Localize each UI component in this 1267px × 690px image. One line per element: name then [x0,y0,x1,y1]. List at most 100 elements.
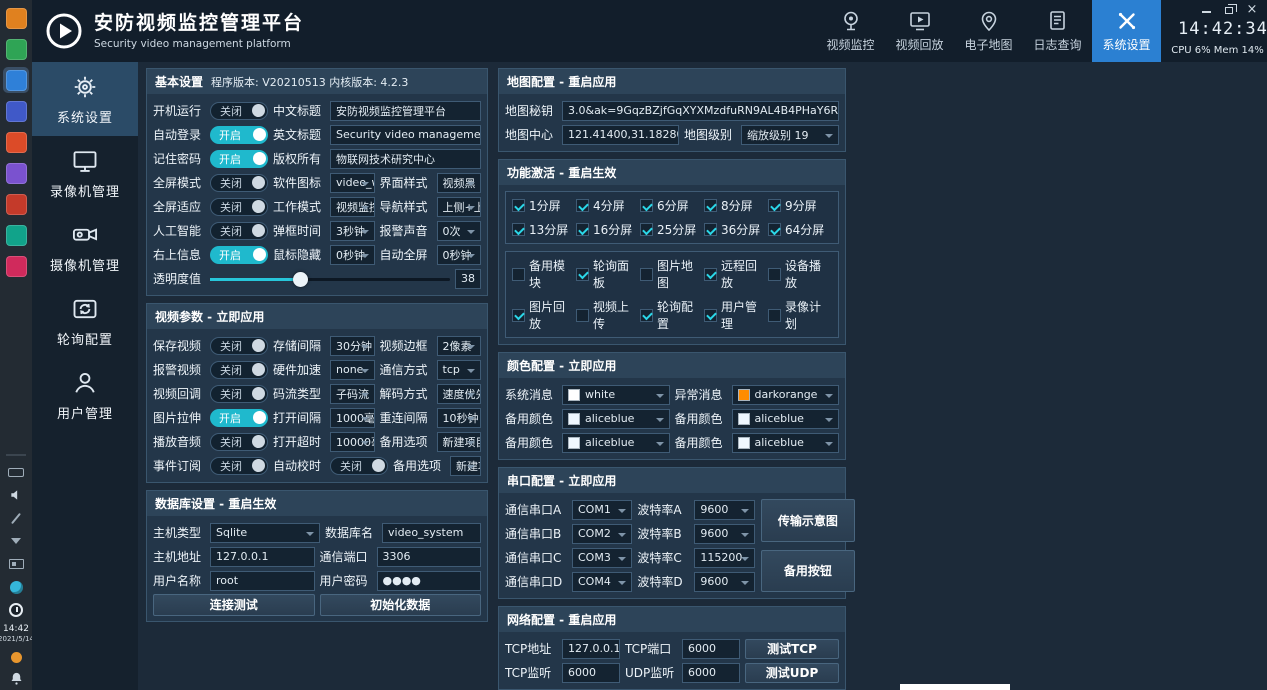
select-comm-mode[interactable]: tcp [437,360,482,380]
taskbar-app-icon[interactable] [3,129,29,155]
taskbar-app-icon[interactable] [3,5,29,31]
taskbar-app-icon[interactable] [3,253,29,279]
toggle-image-stretch[interactable]: 开启 [210,409,268,427]
select-hw-accel[interactable]: none [330,360,375,380]
select-storage-interval[interactable]: 30分钟 [330,336,375,356]
select-work-mode[interactable]: 视频监控 [330,197,375,217]
select-nav-style[interactable]: 上侧+上侧 [437,197,482,217]
module-checkbox[interactable]: 视频上传 [576,298,640,332]
input-comm-port[interactable]: 3306 [377,547,482,567]
module-checkbox[interactable]: 轮询配置 [640,298,704,332]
slider-knob[interactable] [293,272,308,287]
select-open-timeout[interactable]: 10000毫秒 [330,432,375,452]
nav-electronic-map[interactable]: 电子地图 [954,0,1023,62]
connect-test-button[interactable]: 连接测试 [153,594,315,616]
input-map-center[interactable]: 121.41400,31.18280 [562,125,679,145]
input-username[interactable]: root [210,571,315,591]
notification-bell-icon[interactable] [9,671,24,686]
toggle-video-callback[interactable]: 关闭 [210,385,268,403]
toggle-auto-login[interactable]: 开启 [210,126,268,144]
input-english-title[interactable]: Security video management platform [330,125,481,145]
select-spare-option-2[interactable]: 新建项目 [450,456,481,476]
select-reconnect-interval[interactable]: 10秒钟 [437,408,482,428]
select-alarm-sound[interactable]: 0次 [437,221,482,241]
input-password[interactable]: ●●●● [377,571,482,591]
select-host-type[interactable]: Sqlite [210,523,320,543]
toggle-ai[interactable]: 关闭 [210,222,268,240]
module-checkbox[interactable]: 远程回放 [704,257,768,291]
select-baud-b[interactable]: 9600 [694,524,754,544]
screen-checkbox[interactable]: 16分屏 [576,221,640,238]
input-host-address[interactable]: 127.0.0.1 [210,547,315,567]
volume-icon[interactable] [5,486,27,504]
screen-checkbox[interactable]: 64分屏 [768,221,832,238]
screen-checkbox[interactable]: 36分屏 [704,221,768,238]
collapse-icon[interactable] [5,532,27,550]
select-baud-a[interactable]: 9600 [694,500,754,520]
toggle-auto-time-sync[interactable]: 关闭 [330,457,388,475]
sidebar-item-system-settings[interactable]: 系统设置 [32,62,138,136]
test-tcp-button[interactable]: 测试TCP [745,639,839,659]
screen-checkbox[interactable]: 13分屏 [512,221,576,238]
input-copyright[interactable]: 物联网技术研究中心 [330,149,481,169]
module-checkbox[interactable]: 录像计划 [768,298,832,332]
color-select-system-message[interactable]: white [562,385,670,405]
nav-system-settings[interactable]: 系统设置 [1092,0,1161,62]
select-com-d[interactable]: COM4 [572,572,632,592]
screen-checkbox[interactable]: 1分屏 [512,197,576,214]
input-db-name[interactable]: video_system [382,523,481,543]
module-checkbox[interactable]: 设备播放 [768,257,832,291]
toggle-remember-password[interactable]: 开启 [210,150,268,168]
sidebar-item-camera-management[interactable]: 摄像机管理 [32,210,138,284]
select-com-c[interactable]: COM3 [572,548,632,568]
opacity-slider[interactable] [210,270,450,288]
input-tcp-listen[interactable]: 6000 [562,663,620,683]
toggle-fullscreen-mode[interactable]: 关闭 [210,174,268,192]
module-checkbox[interactable]: 图片回放 [512,298,576,332]
taskbar-app-icon[interactable] [3,160,29,186]
edit-icon[interactable] [5,509,27,527]
keyboard-icon[interactable] [5,463,27,481]
module-checkbox[interactable]: 用户管理 [704,298,768,332]
toggle-fullscreen-fit[interactable]: 关闭 [210,198,268,216]
clock-icon[interactable] [5,601,27,619]
module-checkbox[interactable]: 轮询面板 [576,257,640,291]
select-auto-fullscreen[interactable]: 0秒钟 [437,245,482,265]
color-select-spare-2[interactable]: aliceblue [732,409,840,429]
color-select-spare-3[interactable]: aliceblue [562,433,670,453]
screen-checkbox[interactable]: 6分屏 [640,197,704,214]
taskbar-app-icon[interactable] [3,98,29,124]
select-com-a[interactable]: COM1 [572,500,632,520]
select-baud-d[interactable]: 9600 [694,572,754,592]
spare-button[interactable]: 备用按钮 [761,550,855,593]
minimize-button[interactable] [1199,4,1213,16]
transfer-diagram-button[interactable]: 传输示意图 [761,499,855,542]
select-open-interval[interactable]: 1000毫秒 [330,408,375,428]
test-udp-button[interactable]: 测试UDP [745,663,839,683]
nav-log-query[interactable]: 日志查询 [1023,0,1092,62]
select-stream-type[interactable]: 子码流 [330,384,375,404]
toggle-event-subscribe[interactable]: 关闭 [210,457,268,475]
taskbar-app-icon[interactable] [3,191,29,217]
nav-video-monitor[interactable]: 视频监控 [816,0,885,62]
close-button[interactable]: × [1245,4,1259,16]
network-ball-icon[interactable] [5,578,27,596]
input-tcp-port[interactable]: 6000 [682,639,740,659]
input-tcp-address[interactable]: 127.0.0.1 [562,639,620,659]
color-select-spare-1[interactable]: aliceblue [562,409,670,429]
select-mouse-hide[interactable]: 0秒钟 [330,245,375,265]
toggle-topright-info[interactable]: 开启 [210,246,268,264]
select-software-icon[interactable]: video_white [330,173,375,193]
module-checkbox[interactable]: 备用模块 [512,257,576,291]
select-decode-mode[interactable]: 速度优先 [437,384,482,404]
sidebar-item-recorder-management[interactable]: 录像机管理 [32,136,138,210]
select-ui-style[interactable]: 视频黑 [437,173,482,193]
toggle-save-video[interactable]: 关闭 [210,337,268,355]
module-checkbox[interactable]: 图片地图 [640,257,704,291]
screen-checkbox[interactable]: 8分屏 [704,197,768,214]
toggle-alarm-video[interactable]: 关闭 [210,361,268,379]
select-popup-time[interactable]: 3秒钟 [330,221,375,241]
select-map-level[interactable]: 缩放级别 19 [741,125,839,145]
input-udp-listen[interactable]: 6000 [682,663,740,683]
screen-checkbox[interactable]: 9分屏 [768,197,832,214]
